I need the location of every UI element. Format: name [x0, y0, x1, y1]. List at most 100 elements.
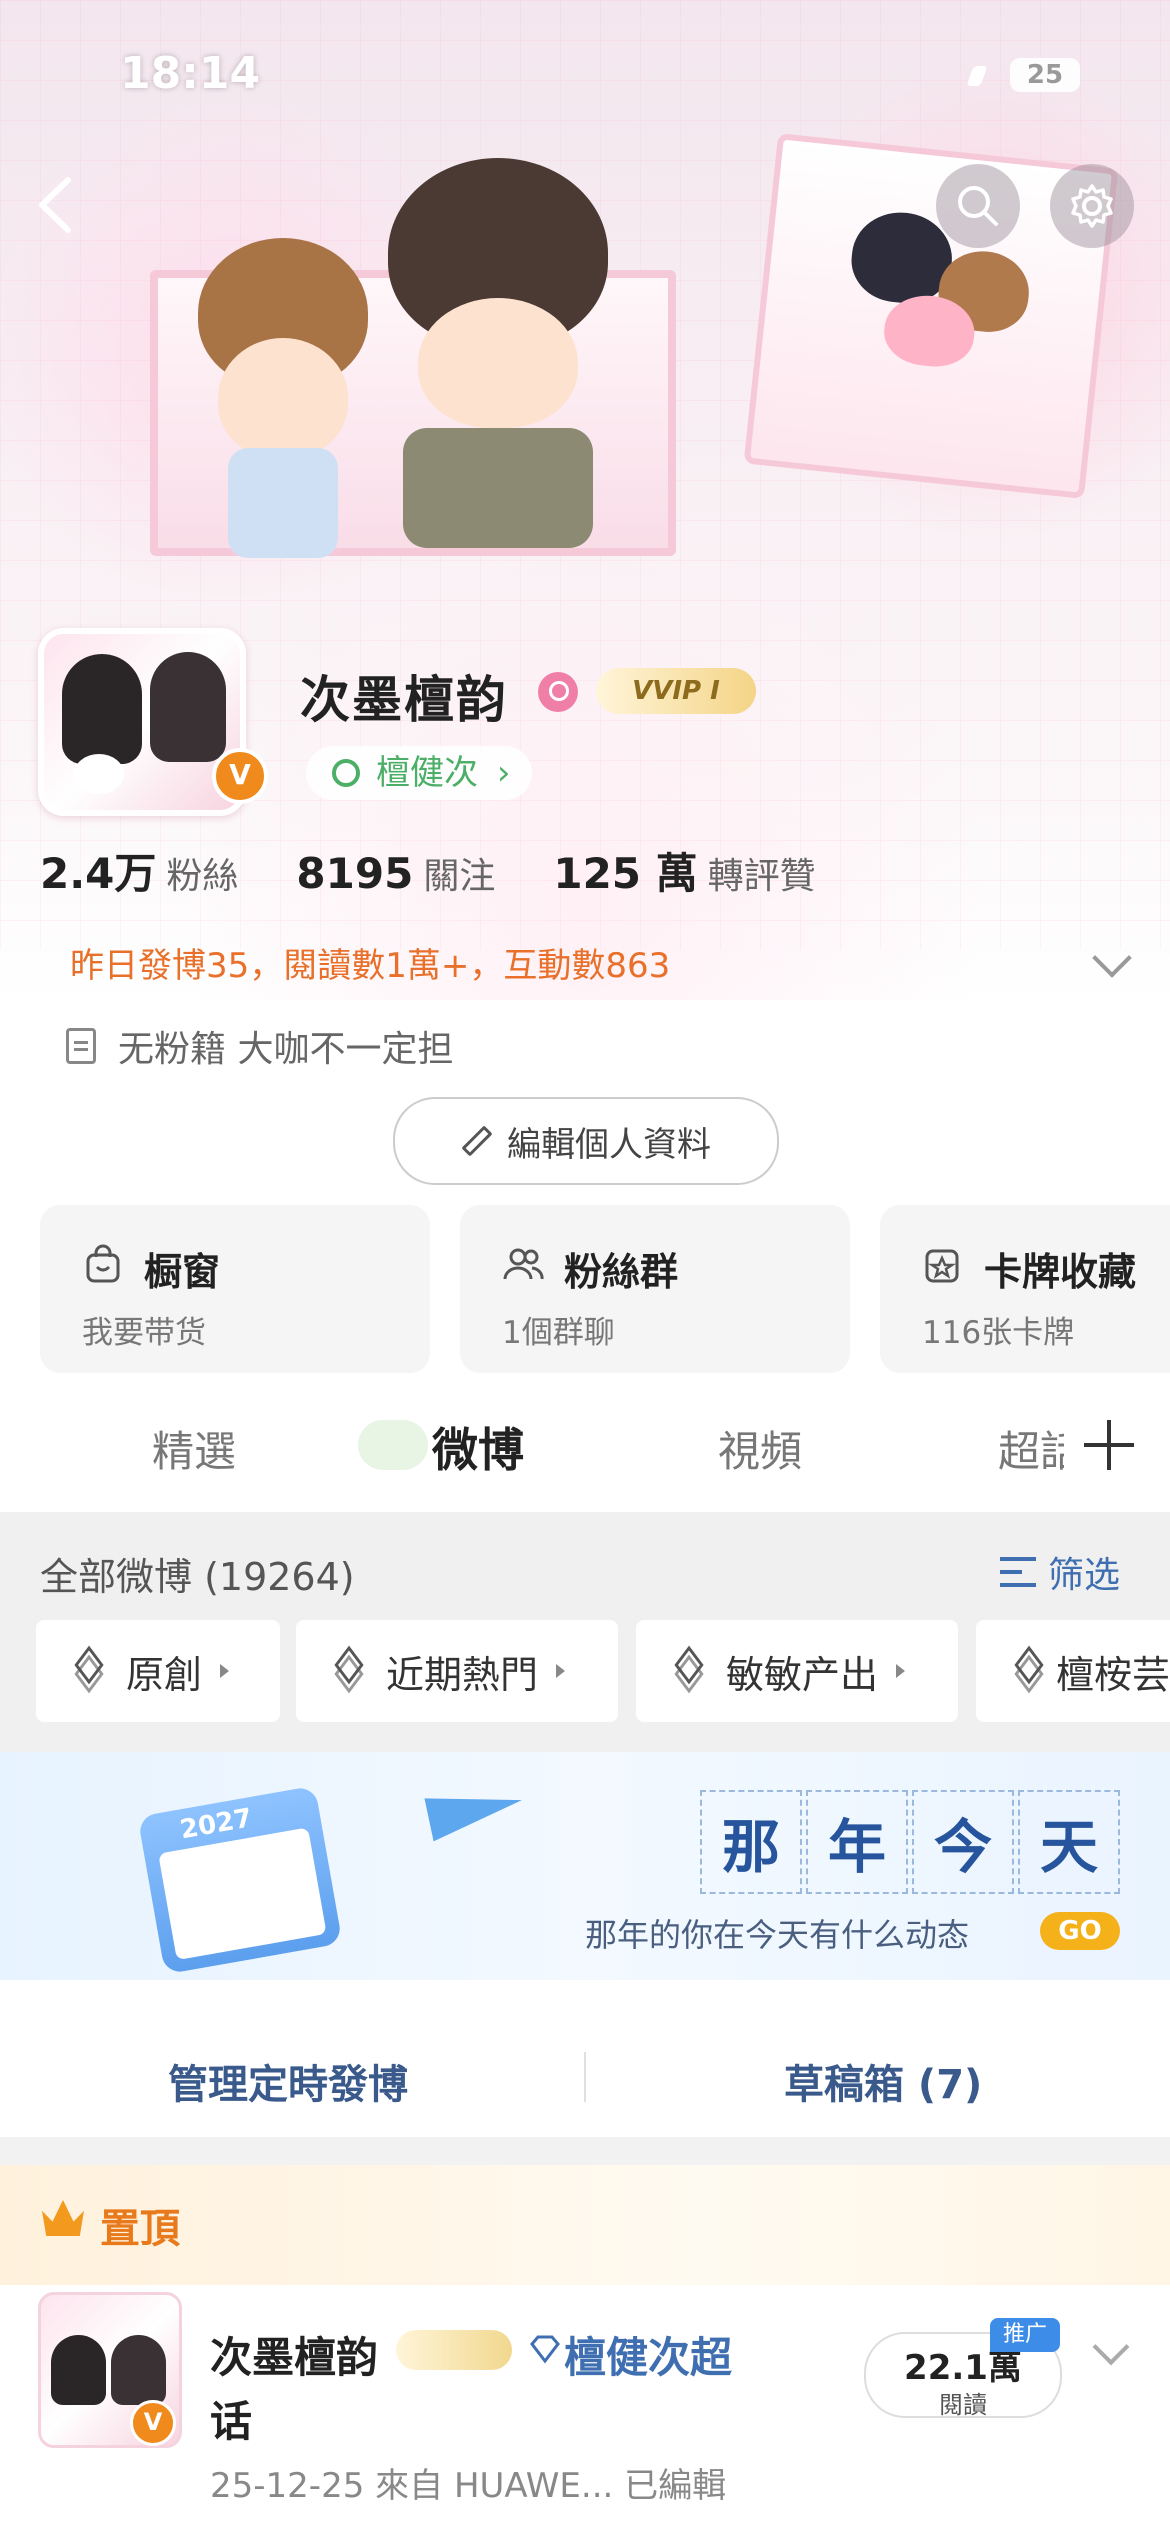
group-icon: [503, 1248, 544, 1280]
pinned-label: 置頂: [100, 2206, 180, 2252]
post-author-name-line2: 话: [210, 2397, 253, 2446]
post-avatar-portrait-right: [111, 2335, 166, 2405]
chip-tan-an-yun[interactable]: 檀桉芸: [976, 1620, 1170, 1722]
battery-indicator: 25: [1010, 58, 1080, 92]
chibi-face-left: [218, 338, 348, 458]
back-button[interactable]: [28, 170, 84, 244]
scheduled-posts-button[interactable]: 管理定時發博: [168, 2052, 408, 2110]
post-menu-chevron-icon[interactable]: [1092, 2328, 1130, 2366]
stat-following-label: 關注: [423, 856, 496, 897]
weibo-count: 全部微博 (19264): [40, 1555, 355, 1599]
title-char-3: 今: [912, 1790, 1014, 1894]
chibi-face-right: [418, 298, 578, 428]
title-char-4: 天: [1018, 1790, 1120, 1894]
super-chat-icon: [332, 759, 360, 787]
card-fan-group-sub: 1個群聊: [502, 1315, 615, 1351]
tab-super-chat[interactable]: 超話: [998, 1418, 1064, 1479]
avatar-portrait-left: [62, 654, 142, 764]
reads-label: 閱讀: [939, 2391, 987, 2419]
settings-button[interactable]: [1050, 164, 1134, 248]
post-super-chat-link[interactable]: 檀健次超: [564, 2324, 732, 2385]
chip-arrow-icon: [896, 1664, 906, 1678]
stat-followers-label: 粉絲: [166, 856, 239, 897]
layers-icon: [672, 1653, 708, 1689]
chibi-body-left: [228, 448, 338, 558]
tab-videos[interactable]: 視頻: [718, 1418, 802, 1479]
post-vip-badge: [396, 2330, 512, 2370]
layers-icon: [72, 1653, 108, 1689]
post-author-name[interactable]: 次墨檀韵: [210, 2324, 378, 2385]
avatar-portrait-right: [150, 652, 226, 762]
chip-tan-an-yun-label: 檀桉芸: [1055, 1652, 1170, 1697]
post-meta: 25-12-25 來自 HUAWE... 已編輯: [210, 2466, 727, 2506]
stat-interactions-label: 轉評贊: [707, 856, 816, 897]
chip-arrow-icon: [556, 1664, 566, 1678]
bio: 无粉籍 大咖不一定担: [66, 1020, 453, 1072]
stat-following-num: 8195: [296, 849, 414, 898]
search-button[interactable]: [936, 164, 1020, 248]
pencil-icon: [461, 1125, 493, 1157]
card-card-collection[interactable]: 卡牌收藏 116张卡牌: [880, 1205, 1170, 1373]
card-star-icon: [925, 1249, 959, 1283]
add-tab-icon[interactable]: [1084, 1420, 1134, 1470]
stat-followers-num: 2.4万: [40, 849, 157, 898]
edit-profile-button[interactable]: 編輯個人資料: [393, 1097, 779, 1185]
banner-illustration: [150, 158, 676, 558]
title-char-1: 那: [700, 1790, 802, 1894]
tab-decoration-icon: [358, 1420, 428, 1470]
card-card-collection-sub: 116张卡牌: [922, 1315, 1075, 1351]
status-time: 18:14: [120, 48, 261, 99]
stat-interactions-num: 125 萬: [553, 849, 698, 898]
go-button[interactable]: GO: [1040, 1912, 1120, 1950]
post-verified-badge: V: [130, 2400, 176, 2446]
chevron-right-icon: ›: [496, 753, 511, 793]
chibi-body-right: [403, 428, 593, 548]
promote-badge[interactable]: 推广: [990, 2318, 1060, 2352]
document-icon: [66, 1028, 96, 1064]
chip-arrow-icon: [220, 1664, 230, 1678]
stat-followers[interactable]: 2.4万 粉絲: [40, 840, 238, 901]
filter-label: 筛选: [1048, 1555, 1121, 1596]
chip-original[interactable]: 原創: [36, 1620, 280, 1722]
super-chat-label: 檀健次: [376, 753, 478, 793]
chip-original-label: 原創: [126, 1652, 203, 1697]
on-this-day-subtitle: 那年的你在今天有什么动态: [585, 1916, 970, 1954]
card-showcase-sub: 我要带货: [82, 1315, 206, 1351]
filter-button[interactable]: 筛选: [1000, 1546, 1120, 1598]
verified-badge: V: [212, 748, 268, 804]
layers-icon: [332, 1653, 368, 1689]
card-showcase[interactable]: 橱窗 我要带货: [40, 1205, 430, 1373]
yesterday-summary[interactable]: 昨日發博35，閱讀數1萬+，互動數863: [70, 938, 670, 987]
diamond-icon: [528, 2334, 562, 2368]
card-fan-group-title: 粉絲群: [564, 1250, 679, 1294]
bio-text: 无粉籍 大咖不一定担: [118, 1029, 454, 1070]
stat-following[interactable]: 8195 關注: [296, 847, 495, 899]
chip-minmin-label: 敏敏产出: [726, 1652, 879, 1697]
chip-recent-hot[interactable]: 近期熱門: [296, 1620, 618, 1722]
gear-icon: [1071, 184, 1113, 228]
profile-stats: 2.4万 粉絲 8195 關注 125 萬轉評贊: [40, 840, 816, 901]
avatar-sticker: [74, 754, 124, 794]
stat-interactions[interactable]: 125 萬轉評贊: [553, 840, 815, 901]
card-showcase-title: 橱窗: [144, 1250, 221, 1294]
layers-icon: [1012, 1653, 1038, 1689]
divider: [584, 2052, 586, 2102]
tab-weibo[interactable]: 微博: [432, 1414, 524, 1480]
calendar-icon: 2027: [137, 1785, 343, 1975]
profile-name: 次墨檀韵: [300, 671, 508, 729]
search-icon: [958, 186, 998, 226]
gender-icon: [538, 672, 578, 712]
super-chat-link[interactable]: 檀健次 ›: [306, 746, 533, 800]
chip-minmin[interactable]: 敏敏产出: [636, 1620, 958, 1722]
title-char-2: 年: [806, 1790, 908, 1894]
vvip-badge[interactable]: VVIP Ⅰ: [596, 668, 756, 714]
shopping-bag-icon: [86, 1244, 120, 1283]
chip-recent-hot-label: 近期熱門: [386, 1652, 539, 1697]
card-card-collection-title: 卡牌收藏: [984, 1250, 1137, 1294]
tab-featured[interactable]: 精選: [152, 1418, 236, 1479]
section-separator: [0, 2137, 1170, 2165]
drafts-button[interactable]: 草稿箱 (7): [784, 2052, 982, 2110]
post-avatar-portrait-left: [51, 2335, 106, 2405]
card-fan-group[interactable]: 粉絲群 1個群聊: [460, 1205, 850, 1373]
back-arrow-icon: [39, 177, 71, 233]
